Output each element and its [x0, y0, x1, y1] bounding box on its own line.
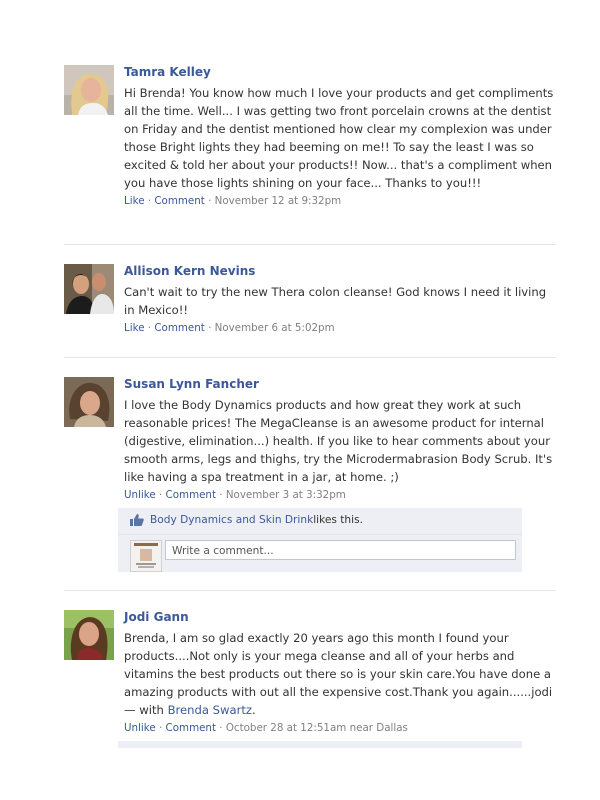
- timestamp[interactable]: November 3 at 3:32pm: [226, 489, 346, 501]
- feedback-panel: Body Dynamics and Skin Drink likes this.…: [118, 508, 522, 572]
- avatar-photo: [64, 377, 114, 427]
- tagged-user-link[interactable]: Brenda Swartz: [168, 703, 252, 717]
- commenter-avatar: [130, 540, 162, 572]
- post-meta: Like · Comment · November 6 at 5:02pm: [124, 321, 556, 335]
- timestamp[interactable]: October 28 at 12:51am near Dallas: [226, 722, 408, 734]
- feedback-panel-partial: [118, 741, 522, 748]
- author-name[interactable]: Susan Lynn Fancher: [124, 377, 556, 392]
- like-link[interactable]: Like: [124, 195, 145, 207]
- comment-link[interactable]: Comment: [166, 489, 216, 501]
- author-name[interactable]: Allison Kern Nevins: [124, 264, 556, 279]
- meta-separator: ·: [216, 722, 226, 734]
- post-text: Can't wait to try the new Thera colon cl…: [124, 285, 547, 317]
- meta-separator: ·: [216, 489, 226, 501]
- avatar-photo: [64, 65, 114, 115]
- post-text: Brenda, I am so glad exactly 20 years ag…: [124, 629, 556, 719]
- avatar[interactable]: [64, 377, 114, 427]
- author-name[interactable]: Tamra Kelley: [124, 65, 556, 80]
- meta-separator: ·: [204, 195, 215, 207]
- meta-separator: ·: [155, 722, 166, 734]
- comment-link[interactable]: Comment: [166, 722, 216, 734]
- page-profile-picture: [131, 541, 161, 571]
- comment-row: Write a comment...: [118, 534, 522, 573]
- meta-separator: ·: [144, 322, 155, 334]
- avatar[interactable]: [64, 264, 114, 314]
- with-suffix: .: [252, 703, 256, 717]
- comment-link[interactable]: Comment: [154, 195, 204, 207]
- avatar[interactable]: [64, 65, 114, 115]
- comment-input[interactable]: Write a comment...: [165, 540, 516, 560]
- post-text: I love the Body Dynamics products and ho…: [124, 398, 553, 484]
- feed: Tamra Kelley Hi Brenda! You know how muc…: [0, 0, 600, 800]
- divider: [64, 357, 556, 358]
- like-link[interactable]: Like: [124, 322, 145, 334]
- comment-link[interactable]: Comment: [154, 322, 204, 334]
- post-body: Brenda, I am so glad exactly 20 years ag…: [124, 631, 553, 699]
- unlike-link[interactable]: Unlike: [124, 489, 156, 501]
- likes-suffix: likes this.: [313, 514, 363, 526]
- divider: [64, 244, 556, 245]
- with-prefix: — with: [124, 703, 168, 717]
- post-text: Hi Brenda! You know how much I love your…: [124, 86, 554, 190]
- likers-link[interactable]: Body Dynamics and Skin Drink: [150, 514, 313, 526]
- post-meta: Like · Comment · November 12 at 9:32pm: [124, 194, 556, 208]
- post-meta: Unlike · Comment · October 28 at 12:51am…: [124, 721, 556, 735]
- meta-separator: ·: [204, 322, 215, 334]
- meta-separator: ·: [144, 195, 155, 207]
- avatar-photo: [64, 610, 114, 660]
- divider: [64, 590, 556, 591]
- timestamp[interactable]: November 6 at 5:02pm: [215, 322, 335, 334]
- unlike-link[interactable]: Unlike: [124, 722, 156, 734]
- thumbs-up-icon: [130, 514, 144, 526]
- likes-summary: Body Dynamics and Skin Drink likes this.: [130, 514, 363, 526]
- meta-separator: ·: [155, 489, 166, 501]
- post-meta: Unlike · Comment · November 3 at 3:32pm: [124, 488, 556, 502]
- timestamp[interactable]: November 12 at 9:32pm: [215, 195, 342, 207]
- author-name[interactable]: Jodi Gann: [124, 610, 556, 625]
- avatar[interactable]: [64, 610, 114, 660]
- avatar-photo: [64, 264, 114, 314]
